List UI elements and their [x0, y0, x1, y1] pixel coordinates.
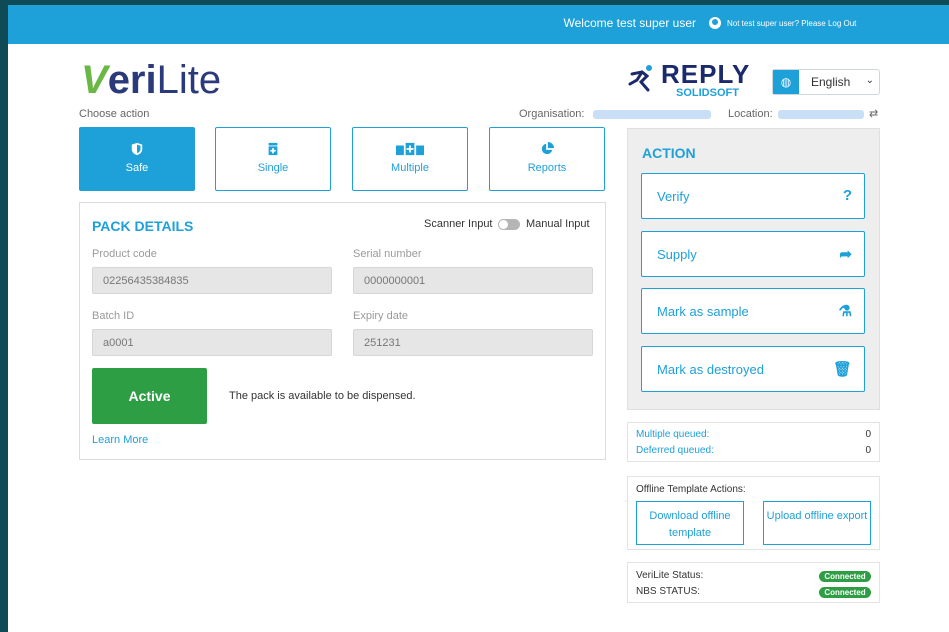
mark-as-sample-button[interactable]: Mark as sample ⚗ — [641, 288, 865, 334]
chevron-down-icon: ⌄ — [865, 75, 874, 86]
batch-id-field[interactable]: a0001 — [92, 329, 332, 356]
mark-as-destroyed-button[interactable]: Mark as destroyed 🗑 — [641, 346, 865, 392]
tile-reports[interactable]: Reports — [489, 127, 605, 191]
trash-icon: 🗑 — [832, 361, 852, 378]
verilite-status-badge: Connected — [819, 571, 871, 582]
action-panel: ACTION Verify ? Supply ➦ Mark as sample … — [627, 128, 880, 410]
organisation-label: Organisation: — [519, 108, 585, 120]
reply-solidsoft-logo: REPLY SOLIDSOFT — [628, 60, 753, 102]
learn-more-link[interactable]: Learn More — [92, 434, 148, 446]
question-icon: ? — [842, 187, 852, 204]
expiry-date-label: Expiry date — [353, 310, 409, 322]
verify-button[interactable]: Verify ? — [641, 173, 865, 219]
tile-safe[interactable]: Safe — [79, 127, 195, 191]
serial-number-label: Serial number — [353, 248, 422, 260]
flask-icon: ⚗ — [838, 303, 852, 320]
language-select[interactable]: ◍ English ⌄ — [772, 69, 880, 95]
location-label: Location: — [728, 108, 773, 120]
product-code-field[interactable]: 02256435384835 — [92, 267, 332, 294]
tile-reports-label: Reports — [527, 162, 567, 174]
pack-details-panel: PACK DETAILS Scanner Input Manual Input … — [79, 202, 606, 460]
language-label: English — [811, 75, 851, 89]
multiple-queued-value: 0 — [865, 429, 871, 440]
nbs-status-label: NBS STATUS: — [636, 586, 701, 597]
partner-sub: SOLIDSOFT — [676, 87, 739, 99]
product-code-label: Product code — [92, 248, 157, 260]
tile-safe-label: Safe — [125, 162, 149, 174]
serial-number-field[interactable]: 0000000001 — [353, 267, 593, 294]
deferred-queued-value: 0 — [865, 445, 871, 456]
multiple-queued-label[interactable]: Multiple queued: — [636, 429, 709, 440]
offline-title: Offline Template Actions: — [636, 484, 746, 495]
deferred-queued-label[interactable]: Deferred queued: — [636, 445, 714, 456]
share-arrow-icon: ➦ — [839, 246, 852, 263]
swap-location-icon[interactable]: ⇄ — [869, 107, 878, 120]
partner-name: REPLY — [661, 59, 751, 89]
input-mode-toggle[interactable] — [498, 219, 520, 230]
choose-action-label: Choose action — [79, 108, 150, 120]
pack-details-title: PACK DETAILS — [92, 218, 194, 234]
organisation-value-redacted — [593, 110, 711, 119]
status-panel: VeriLite Status: Connected NBS STATUS: C… — [627, 562, 880, 603]
verilite-logo: VeriLite — [81, 58, 222, 102]
tile-multiple[interactable]: Multiple — [352, 127, 468, 191]
offline-template-panel: Offline Template Actions: Download offli… — [627, 476, 880, 550]
app-window: Welcome test super user Not test super u… — [8, 5, 949, 632]
top-bar: Welcome test super user Not test super u… — [8, 5, 949, 44]
batch-id-label: Batch ID — [92, 310, 135, 322]
multiple-packs-icon — [396, 142, 424, 156]
tile-multiple-label: Multiple — [391, 162, 429, 174]
expiry-date-field[interactable]: 251231 — [353, 329, 593, 356]
welcome-text: Welcome test super user — [563, 16, 697, 30]
single-pack-icon — [268, 142, 278, 156]
supply-button[interactable]: Supply ➦ — [641, 231, 865, 277]
logout-link[interactable]: Not test super user? Please Log Out — [727, 19, 856, 28]
queue-panel: Multiple queued: 0 Deferred queued: 0 — [627, 422, 880, 462]
shield-icon — [131, 142, 143, 156]
pack-status-message: The pack is available to be dispensed. — [229, 390, 416, 402]
tile-single-label: Single — [257, 162, 289, 174]
manual-input-label: Manual Input — [526, 218, 590, 230]
tile-single[interactable]: Single — [215, 127, 331, 191]
verilite-status-label: VeriLite Status: — [636, 570, 704, 581]
download-offline-template-button[interactable]: Download offline template — [636, 501, 744, 545]
scanner-input-label: Scanner Input — [424, 218, 493, 230]
globe-icon: ◍ — [773, 70, 799, 94]
runner-icon — [628, 65, 652, 92]
pie-chart-icon — [541, 142, 554, 155]
pack-status-badge: Active — [92, 368, 207, 424]
nbs-status-badge: Connected — [819, 587, 871, 598]
location-value-redacted — [778, 110, 864, 119]
user-icon — [709, 17, 721, 29]
upload-offline-export-button[interactable]: Upload offline export — [763, 501, 871, 545]
action-title: ACTION — [642, 145, 696, 161]
